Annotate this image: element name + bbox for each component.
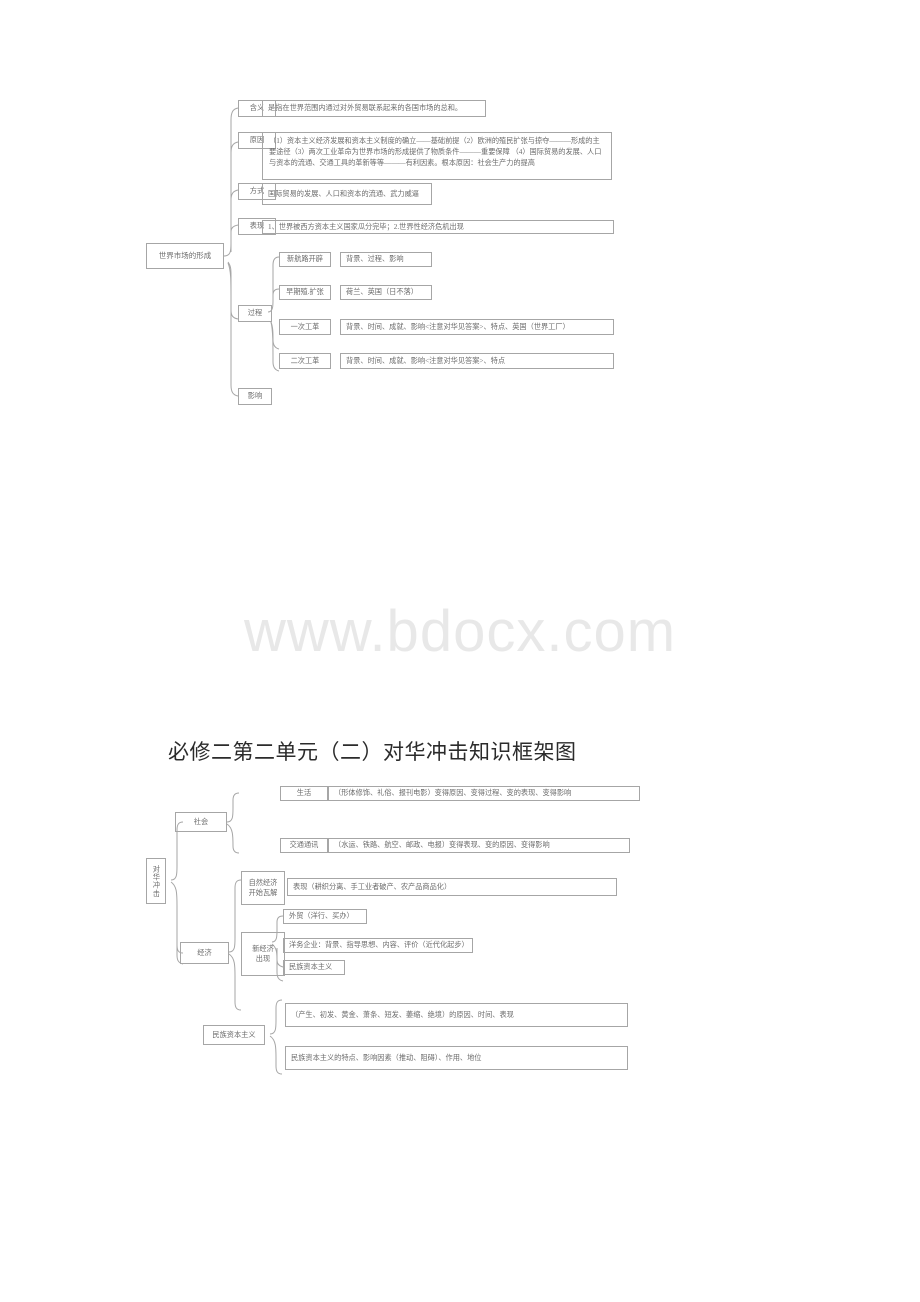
document-page: www.bdocx.com 世界市场的形成 含义 是指在世界范围内通过对外贸易联… [0,0,920,1302]
diagram1-process-label-1-text: 早期殖.扩张 [286,288,324,297]
diagram1-root-box: 世界市场的形成 [146,243,224,269]
diagram2-label-jiaotong: 交通通讯 [280,838,328,853]
diagram2-label-shenghuo-text: 生活 [296,789,312,798]
diagram1-label-yingxiang: 影响 [238,388,272,405]
diagram2-newecon-item-0: 外贸（洋行、买办） [283,909,367,924]
diagram2-root-box: 对华冲击 [146,858,166,904]
diagram2-label-ziran-text: 自然经济 开始瓦解 [248,878,278,897]
diagram2-label-jiaotong-text: 交通通讯 [289,841,319,850]
diagram1-process-label-0: 新航路开辟 [279,252,331,267]
diagram1-process-content-2-text: 背景、时间、成就、影响<注意对华见答案>、特点、英国（世界工厂） [346,322,570,331]
diagram1-content-hanyi-text: 是指在世界范围内通过对外贸易联系起来的各国市场的总和。 [268,104,463,113]
diagram1-process-label-2: 一次工革 [279,319,331,335]
diagram1-process-label-0-text: 新航路开辟 [287,255,323,264]
diagram2-label-shehui-text: 社会 [193,817,209,826]
diagram1-root-label: 世界市场的形成 [158,251,212,261]
diagram2-content-jiaotong: （水运、铁路、航空、邮政、电报）变得表现、变的原因、变得影响 [328,838,630,853]
diagram2-newecon-item-2-text: 民族资本主义 [289,963,333,972]
diagram2-content-shenghuo-text: （形体修饰、礼俗、报刊电影）变得原因、变得过程、变的表现、变得影响 [334,789,572,798]
diagram2-label-shehui: 社会 [175,812,227,832]
diagram1-process-content-1-text: 荷兰、英国（日不落） [346,288,418,297]
watermark-text: www.bdocx.com [243,599,677,664]
diagram1-content-biaoxian-text: 1、世界被西方资本主义国家瓜分完毕；2.世界性经济危机出现 [268,222,464,231]
diagram1-label-guocheng-text: 过程 [247,309,263,318]
diagram1-content-yuanyin-text: （1）资本主义经济发展和资本主义制度的确立——基础前提（2）欧洲的殖民扩张与掠夺… [269,137,602,168]
diagram2-content-ziran: 表现（耕织分离、手工业者破产、农产品商品化） [287,878,617,896]
diagram2-minzu-item-0-text: （产生、初发、黄金、萧条、短发、萎缩、绝境）的原因、时间、表现 [291,1010,514,1019]
diagram2-label-ziran: 自然经济 开始瓦解 [241,871,285,905]
diagram1-process-content-3-text: 背景、时间、成就、影响<注意对华见答案>、特点 [346,356,506,365]
diagram1-process-label-1: 早期殖.扩张 [279,285,331,300]
diagram2-label-shenghuo: 生活 [280,786,328,801]
diagram1-process-content-0-text: 背景、过程、影响 [346,255,404,264]
diagram1-process-content-3: 背景、时间、成就、影响<注意对华见答案>、特点 [340,353,614,369]
diagram2-label-jingji-text: 经济 [197,948,212,957]
diagram2-minzu-item-1-text: 民族资本主义的特点、影响因素（推动、阻碍）、作用、地位 [291,1053,482,1062]
diagram1-process-label-2-text: 一次工革 [290,322,320,331]
diagram1-content-hanyi: 是指在世界范围内通过对外贸易联系起来的各国市场的总和。 [262,100,486,117]
diagram2-newecon-item-1: 洋务企业：背景、指导思想、内容、评价（近代化起步） [283,938,473,953]
diagram2-content-shenghuo: （形体修饰、礼俗、报刊电影）变得原因、变得过程、变的表现、变得影响 [328,786,640,801]
diagram2-label-xinjingji-text: 新经济 出现 [252,944,274,963]
diagram2-label-jingji: 经济 [180,942,229,964]
diagram2-content-ziran-text: 表现（耕织分离、手工业者破产、农产品商品化） [293,882,452,891]
diagram2-newecon-item-1-text: 洋务企业：背景、指导思想、内容、评价（近代化起步） [289,941,469,950]
diagram1-content-fangshi: 国际贸易的发展、人口和资本的流通、武力威逼 [262,183,432,205]
diagram2-label-minzu: 民族资本主义 [203,1025,265,1045]
diagram1-label-guocheng: 过程 [238,305,272,322]
diagram2-root-label: 对华冲击 [152,864,161,898]
diagram2-minzu-item-0: （产生、初发、黄金、萧条、短发、萎缩、绝境）的原因、时间、表现 [285,1003,628,1027]
diagram1-process-label-3: 二次工革 [279,353,331,369]
diagram1-process-content-2: 背景、时间、成就、影响<注意对华见答案>、特点、英国（世界工厂） [340,319,614,335]
diagram1-process-content-1: 荷兰、英国（日不落） [340,285,432,300]
diagram1-content-biaoxian: 1、世界被西方资本主义国家瓜分完毕；2.世界性经济危机出现 [262,220,614,234]
section2-title: 必修二第二单元（二）对华冲击知识框架图 [168,740,577,764]
diagram2-label-minzu-text: 民族资本主义 [212,1030,256,1039]
diagram1-content-yuanyin: （1）资本主义经济发展和资本主义制度的确立——基础前提（2）欧洲的殖民扩张与掠夺… [262,132,612,180]
diagram2-newecon-item-2: 民族资本主义 [283,960,345,975]
diagram2-minzu-item-1: 民族资本主义的特点、影响因素（推动、阻碍）、作用、地位 [285,1046,628,1070]
diagram2-content-jiaotong-text: （水运、铁路、航空、邮政、电报）变得表现、变的原因、变得影响 [334,841,550,850]
diagram2-newecon-item-0-text: 外贸（洋行、买办） [289,912,354,921]
diagram2-label-xinjingji: 新经济 出现 [241,932,285,976]
diagram1-content-fangshi-text: 国际贸易的发展、人口和资本的流通、武力威逼 [268,189,419,198]
diagram1-label-yingxiang-text: 影响 [247,392,263,401]
diagram1-process-content-0: 背景、过程、影响 [340,252,432,267]
diagram1-process-label-3-text: 二次工革 [290,356,320,365]
